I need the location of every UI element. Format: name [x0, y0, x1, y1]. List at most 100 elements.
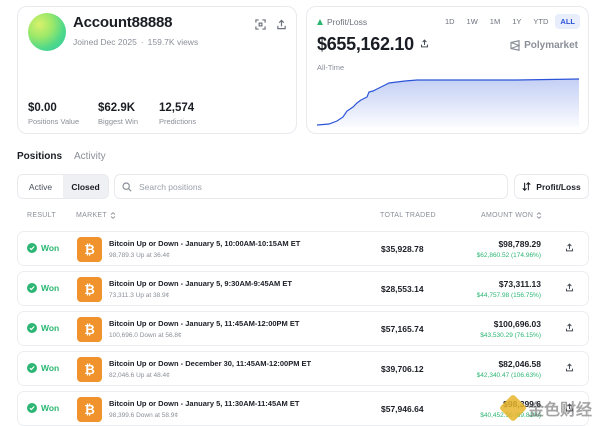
total-traded: $57,165.74 — [381, 324, 424, 334]
status-filter: Active Closed — [17, 174, 109, 199]
profit-amount: $42,340.47 (106.63%) — [476, 372, 541, 379]
result-label: Won — [41, 243, 60, 253]
amount-won: $100,696.03 — [493, 319, 541, 329]
header-market[interactable]: MARKET — [76, 212, 116, 219]
table-row[interactable]: Won ₿ Bitcoin Up or Down - January 5, 11:4… — [17, 311, 589, 346]
stat-positions-value: $0.00 Positions Value — [28, 102, 79, 126]
range-1y[interactable]: 1Y — [507, 14, 526, 29]
filter-closed[interactable]: Closed — [63, 175, 108, 198]
stat-label: Predictions — [159, 117, 197, 126]
share-icon[interactable] — [565, 283, 574, 294]
profit-amount: $44,757.98 (156.75%) — [476, 292, 541, 299]
market-position: 100,696.0 Down at 56.8¢ — [109, 332, 182, 339]
check-circle-icon — [27, 243, 37, 253]
result-badge: Won — [27, 363, 59, 373]
sort-indicator-icon — [536, 212, 542, 219]
range-1w[interactable]: 1W — [462, 14, 483, 29]
pnl-amount-value: $655,162.10 — [317, 34, 414, 54]
bitcoin-icon: ₿ — [77, 317, 102, 342]
pnl-chart — [317, 78, 579, 127]
stat-predictions: 12,574 Predictions — [159, 102, 196, 126]
result-badge: Won — [27, 243, 59, 253]
market-position: 98,789.3 Up at 36.4¢ — [109, 252, 170, 259]
result-badge: Won — [27, 283, 59, 293]
stat-label: Positions Value — [28, 117, 80, 126]
total-traded: $28,553.14 — [381, 284, 424, 294]
result-label: Won — [41, 323, 60, 333]
pnl-period: All-Time — [317, 63, 345, 72]
table-row[interactable]: Won ₿ Bitcoin Up or Down - January 5, 10:0… — [17, 231, 589, 266]
share-icon[interactable] — [565, 363, 574, 374]
header-market-label: MARKET — [76, 212, 107, 219]
table-row[interactable]: Won ₿ Bitcoin Up or Down - December 30, 11… — [17, 351, 589, 386]
amount-won: $82,046.58 — [498, 359, 541, 369]
result-label: Won — [41, 403, 60, 413]
pnl-amount: $655,162.10 — [317, 34, 429, 55]
stat-value: 12,574 — [159, 102, 195, 114]
total-traded: $35,928.78 — [381, 244, 424, 254]
share-icon[interactable] — [274, 17, 288, 31]
profile-card: Account88888 Joined Dec 2025 · 159.7K view… — [17, 6, 297, 134]
stat-value: $62.9K — [98, 102, 136, 114]
search-icon — [122, 181, 132, 192]
stat-biggest-win: $62.9K Biggest Win — [98, 102, 138, 126]
filter-active[interactable]: Active — [18, 175, 63, 198]
table-row[interactable]: Won ₿ Bitcoin Up or Down - January 5, 9:30… — [17, 271, 589, 306]
check-circle-icon — [27, 283, 37, 293]
bitcoin-icon: ₿ — [77, 237, 102, 262]
market-title[interactable]: Bitcoin Up or Down - January 5, 11:45AM-… — [109, 319, 299, 328]
market-title[interactable]: Bitcoin Up or Down - January 5, 9:30AM-9… — [109, 279, 292, 288]
header-amount-won[interactable]: AMOUNT WON — [481, 212, 542, 219]
range-1m[interactable]: 1M — [485, 14, 505, 29]
sort-button[interactable]: Profit/Loss — [514, 174, 589, 199]
watermark-logo-icon — [498, 393, 528, 423]
market-title[interactable]: Bitcoin Up or Down - January 5, 11:30AM-… — [109, 399, 299, 408]
market-position: 73,311.3 Up at 38.9¢ — [109, 292, 170, 299]
position-tabs: Positions Activity — [17, 151, 106, 162]
header-result: RESULT — [27, 212, 56, 219]
amount-won: $98,789.29 — [498, 239, 541, 249]
watermark-text: 金色财经 — [527, 402, 592, 419]
sort-indicator-icon — [110, 212, 116, 219]
total-traded: $39,706.12 — [381, 364, 424, 374]
share-icon[interactable] — [420, 38, 429, 51]
market-title[interactable]: Bitcoin Up or Down - December 30, 11:45A… — [109, 359, 311, 368]
pnl-label: Profit/Loss — [317, 17, 367, 27]
range-all[interactable]: ALL — [555, 14, 580, 29]
profit-amount: $62,860.52 (174.96%) — [476, 252, 541, 259]
market-title[interactable]: Bitcoin Up or Down - January 5, 10:00AM-… — [109, 239, 300, 248]
share-icon[interactable] — [565, 243, 574, 254]
share-icon[interactable] — [565, 323, 574, 334]
bitcoin-icon: ₿ — [77, 397, 102, 422]
username: Account88888 — [73, 14, 173, 31]
stat-label: Biggest Win — [98, 117, 139, 126]
stat-value: $0.00 — [28, 102, 57, 114]
polymarket-brand: Polymarket — [510, 40, 578, 51]
polymarket-logo-icon — [510, 40, 521, 51]
up-triangle-icon — [317, 19, 323, 25]
range-1d[interactable]: 1D — [440, 14, 460, 29]
header-total-traded: TOTAL TRADED — [380, 212, 436, 219]
tab-activity[interactable]: Activity — [74, 151, 106, 162]
joined-date: Joined Dec 2025 — [73, 37, 137, 47]
view-count: 159.7K views — [147, 37, 199, 47]
result-label: Won — [41, 283, 60, 293]
search-box — [114, 174, 508, 199]
bitcoin-icon: ₿ — [77, 357, 102, 382]
check-circle-icon — [27, 363, 37, 373]
pnl-card: Profit/Loss 1D 1W 1M 1Y YTD ALL $655,162.10 P… — [306, 6, 589, 134]
search-input[interactable] — [139, 181, 479, 192]
range-ytd[interactable]: YTD — [528, 14, 553, 29]
check-circle-icon — [27, 323, 37, 333]
avatar[interactable] — [28, 13, 66, 51]
tab-positions[interactable]: Positions — [17, 151, 62, 162]
total-traded: $57,946.64 — [381, 404, 424, 414]
bitcoin-icon: ₿ — [77, 277, 102, 302]
market-position: 98,399.6 Down at 58.9¢ — [109, 412, 179, 419]
qr-code-icon[interactable] — [253, 17, 267, 31]
result-label: Won — [41, 363, 60, 373]
watermark: 金色财经 — [498, 393, 592, 423]
amount-won: $73,311.13 — [498, 279, 541, 289]
time-range-selector: 1D 1W 1M 1Y YTD ALL — [440, 14, 580, 29]
pnl-label-text: Profit/Loss — [327, 17, 368, 27]
